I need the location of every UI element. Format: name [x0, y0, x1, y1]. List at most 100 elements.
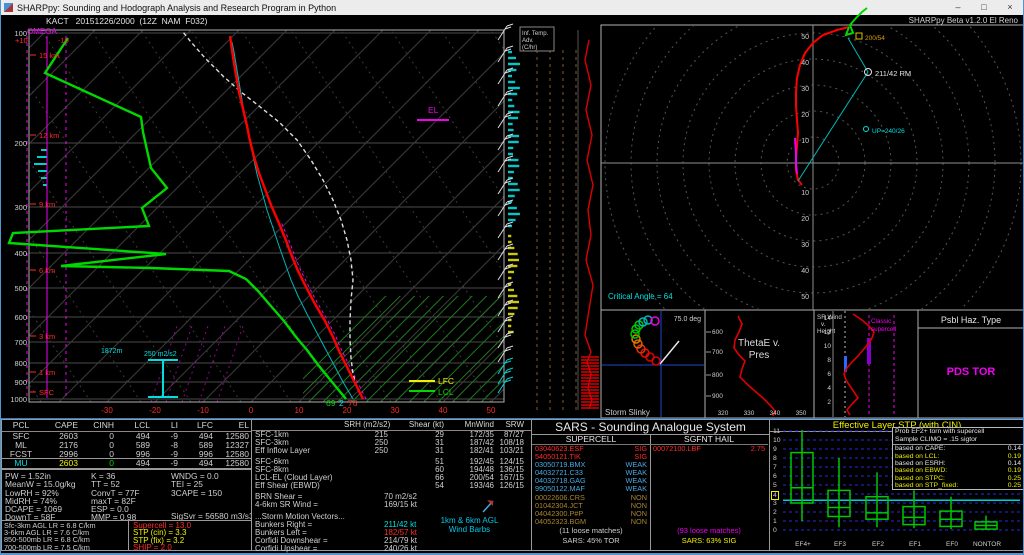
slinky-circles [631, 316, 660, 365]
srwind-y-label: 2 [827, 399, 831, 406]
supercell-match-count: (11 loose matches) [532, 526, 650, 535]
wetbulb-trace [232, 42, 353, 399]
bunkers-right-label: 211/42 RM [875, 69, 911, 78]
lfc-label: LFC [438, 376, 454, 386]
effective-inflow-marker [148, 360, 178, 397]
pressure-label: 1000 [10, 395, 27, 404]
sars-match[interactable]: 04052323.BGMNON [532, 518, 650, 526]
adv-title-line2: Adv. [522, 38, 534, 44]
height-label: 6 km [39, 266, 55, 275]
parcel-row-mu-selected[interactable]: MU 2603 0 494 -9 494 12580 [2, 459, 251, 468]
close-button[interactable]: × [997, 0, 1023, 15]
stp-y-label: 3 [773, 500, 777, 507]
cloud-layer-wind-marker [856, 33, 862, 39]
prob-stpfixed-row: based on STP_fixed:0.25 [893, 482, 1024, 489]
thetae-title-line2: Pres [749, 350, 770, 361]
generated-axis-labels: 1002003004005006007008009001000102030405… [10, 29, 831, 417]
lr-700-500: 700-500mb LR = 7.5 C/km [4, 544, 128, 551]
stp-y-label: 6 [773, 473, 777, 480]
stp-y-label: 5 [773, 482, 777, 489]
mixing-ratio-lines [151, 326, 243, 402]
prob-cape-row: based on CAPE:0.14 [893, 445, 1024, 452]
kinematics-panel: SRH (m2/s2) Shear (kt) MnWind SRW SFC-1k… [251, 419, 532, 551]
temp-axis-label: 20 [343, 406, 352, 415]
hodo-ring-label: 40 [801, 60, 809, 67]
parcel-row-fcst[interactable]: FCST 2996 0 996 -9 996 12580 [2, 450, 251, 459]
col-el: EL [215, 420, 251, 431]
pressure-label: 800 [14, 359, 27, 368]
temp-axis-label: -10 [197, 406, 209, 415]
pcl-lfc: 494 [180, 459, 215, 468]
temp-axis-label: 50 [487, 406, 496, 415]
sars-hail-match[interactable]: 00072100.LBF2.75 [650, 445, 768, 453]
col-lfc: LFC [180, 420, 215, 431]
temp-axis-label: 40 [439, 406, 448, 415]
thetae-y-label: 900 [712, 393, 723, 400]
height-label: 12 km [39, 131, 59, 140]
dry-adiabat-lines [1, 30, 741, 402]
temperature-profile [230, 36, 363, 399]
hail-result: SARS: 63% SIG [650, 536, 768, 545]
height-label: 3 km [39, 332, 55, 341]
sfc-wetbulb-label: 2 [339, 398, 344, 408]
stp-y-label: 2 [773, 509, 777, 516]
lapse-rate-panel: Sfc-3km AGL LR = 6.8 C/km 3-6km AGL LR =… [1, 520, 129, 551]
col-cape: CAPE [42, 420, 80, 431]
stp-category-label: NONTOR [970, 541, 1004, 548]
background-grid-layer [1, 0, 1021, 408]
prob-stpc-row: based on STPC:0.25 [893, 475, 1024, 482]
col-cinh: CINH [80, 420, 116, 431]
parcel-row-ml[interactable]: ML 2176 0 589 -8 589 12327 [2, 441, 251, 450]
srwind-title-line2: v. [821, 321, 826, 328]
kin-row-effshear: Eff Shear (EBWD) 54193/46 126/15 [252, 482, 531, 490]
eff-inflow-height-label: 1872m [101, 348, 123, 355]
dewpoint-profile [9, 38, 346, 399]
inset-title: Prob EF2+ torn with supercell [893, 428, 1024, 436]
cloud-layer-wind-label: 200/54 [865, 35, 885, 42]
height-label: 9 km [39, 200, 55, 209]
bunkers-right-marker[interactable] [865, 69, 872, 76]
app-icon [4, 3, 13, 12]
composite-indices-panel: Supercell = 13.0 STP (cin) = 3.3 STP (fi… [128, 520, 252, 551]
hazard-title: Psbl Haz. Type [941, 315, 1001, 325]
thetae-x-label: 330 [744, 410, 755, 417]
srwind-y-label: 6 [827, 371, 831, 378]
pressure-label: 100 [14, 29, 27, 38]
stp-category-label: EF1 [898, 541, 932, 548]
skewt-panel-border [29, 30, 504, 402]
hodo-ring-label: 10 [801, 190, 809, 197]
wind-barb-icon [480, 498, 498, 514]
lcl-label: LCL [438, 387, 454, 397]
stp-y-label: 0 [773, 527, 777, 534]
slinky-title: Storm Slinky [605, 408, 650, 417]
advection-scale-lines [537, 50, 576, 410]
pcl-li: -9 [152, 459, 180, 468]
thermo-indices-panel: PW = 1.52in MeanW = 15.0g/kg LowRH = 92%… [1, 469, 252, 521]
stp-category-label: EF3 [823, 541, 857, 548]
stp-y-label: 7 [773, 464, 777, 471]
slinky-updraft-tilt-line [660, 341, 679, 364]
classic-supercell-note1: Classic [871, 318, 891, 325]
hodograph-panel-border [601, 25, 1024, 310]
pcl-lcl: 494 [116, 459, 152, 468]
adv-title-line3: (C/hr) [522, 45, 537, 51]
thetae-y-label: 800 [712, 372, 723, 379]
parcel-row-sfc[interactable]: SFC 2603 0 494 -9 494 12580 [2, 432, 251, 441]
stp-y-label: 10 [773, 437, 781, 444]
srwind-y-label: 12 [824, 329, 832, 336]
srwind-purple-bar [867, 338, 871, 364]
station-header: KACT 20151226/2000 (12Z NAM F032) [46, 16, 207, 26]
maximize-button[interactable]: □ [971, 0, 997, 15]
inset-climo: Sample CLIMO = .15 sigtor [893, 436, 1024, 446]
el-label: EL [428, 105, 439, 115]
stp-y-label: 4 [771, 491, 779, 500]
hazard-panel-border [918, 310, 1024, 418]
title-bar: SHARPpy: Sounding and Hodograph Analysis… [1, 0, 1023, 15]
omega-title: OMEGA [27, 27, 57, 36]
window-title: SHARPpy: Sounding and Hodograph Analysis… [17, 3, 945, 13]
hodo-ring-label: 50 [801, 294, 809, 301]
hodo-ring-label: 20 [801, 112, 809, 119]
col-mnwind: MnWind [446, 420, 496, 430]
minimize-button[interactable]: – [945, 0, 971, 15]
srwind-y-label: 8 [827, 357, 831, 364]
